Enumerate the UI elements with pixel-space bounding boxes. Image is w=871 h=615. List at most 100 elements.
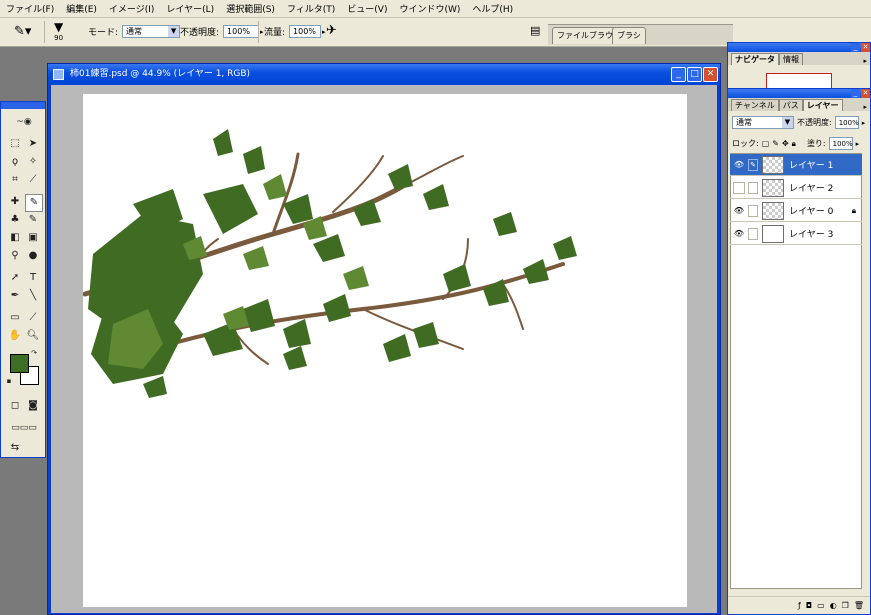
layer-opacity-input[interactable]: 100% bbox=[834, 116, 859, 129]
menu-view[interactable]: ビュー(V) bbox=[341, 2, 393, 15]
menu-edit[interactable]: 編集(E) bbox=[60, 2, 103, 15]
lasso-tool-icon[interactable]: ϙ bbox=[7, 154, 23, 170]
flow-input[interactable]: 100% bbox=[289, 25, 322, 38]
healing-brush-tool-icon[interactable]: ✚ bbox=[7, 194, 23, 210]
mode-select[interactable]: 通常 ▼ bbox=[122, 25, 181, 38]
panel-minimize-icon[interactable]: _ bbox=[851, 89, 860, 98]
link-toggle[interactable] bbox=[748, 181, 758, 194]
pen-tool-icon[interactable]: ✒ bbox=[7, 288, 23, 304]
menu-filter[interactable]: フィルタ(T) bbox=[281, 2, 341, 15]
lock-position-icon[interactable]: ✥ bbox=[782, 139, 789, 148]
canvas[interactable] bbox=[82, 94, 687, 607]
layer-style-icon[interactable]: ƒ bbox=[798, 601, 801, 610]
jump-to-imageready-icon[interactable]: ⇆ bbox=[7, 440, 23, 456]
standard-mode-icon[interactable]: ◻ bbox=[7, 398, 23, 414]
menu-bar: ファイル(F) 編集(E) イメージ(I) レイヤー(L) 選択範囲(S) フィ… bbox=[0, 0, 871, 18]
swap-colors-icon[interactable]: ↷ bbox=[29, 348, 39, 358]
airbrush-icon[interactable]: ✈ bbox=[326, 23, 337, 38]
zoom-tool-icon[interactable]: 🔍︎ bbox=[25, 328, 41, 344]
default-colors-icon[interactable]: ▪ bbox=[4, 376, 14, 386]
close-icon[interactable]: ✕ bbox=[861, 43, 870, 52]
history-brush-tool-icon[interactable]: ✎ bbox=[25, 212, 41, 228]
menu-help[interactable]: ヘルプ(H) bbox=[466, 2, 519, 15]
navigator-preview[interactable] bbox=[766, 73, 832, 89]
lock-transparency-icon[interactable]: ▢ bbox=[762, 139, 770, 148]
layer-thumbnail bbox=[762, 224, 784, 243]
foreground-color-swatch[interactable] bbox=[10, 354, 29, 373]
notes-tool-icon[interactable]: ▭ bbox=[7, 310, 23, 326]
menu-layer[interactable]: レイヤー(L) bbox=[160, 2, 220, 15]
lock-image-icon[interactable]: ✎ bbox=[772, 139, 779, 148]
brush-tool-icon-selected[interactable]: ✎ bbox=[25, 194, 43, 212]
adobe-logo-icon[interactable]: ~◉ bbox=[5, 114, 43, 130]
layer-opacity-arrow-icon[interactable]: ▸ bbox=[862, 119, 866, 127]
visibility-toggle-off[interactable] bbox=[733, 181, 745, 194]
tab-channels[interactable]: チャンネル bbox=[731, 99, 779, 111]
tab-paths[interactable]: パス bbox=[778, 99, 803, 111]
eraser-tool-icon[interactable]: ◧ bbox=[7, 230, 23, 246]
add-mask-icon[interactable]: ◘ bbox=[806, 601, 812, 610]
menu-select[interactable]: 選択範囲(S) bbox=[220, 2, 281, 15]
link-toggle[interactable] bbox=[748, 227, 758, 240]
brush-tool-icon[interactable]: ✎▾ bbox=[14, 24, 31, 39]
document-title-bar[interactable]: 柿01練習.psd @ 44.9% (レイヤー 1, RGB) _ □ ✕ bbox=[48, 64, 720, 85]
lock-all-icon[interactable]: 🔒︎ bbox=[792, 139, 796, 149]
flow-value: 100% bbox=[293, 27, 316, 36]
visibility-eye-icon[interactable]: 👁︎ bbox=[733, 205, 745, 217]
type-tool-icon[interactable]: T bbox=[25, 270, 41, 286]
close-icon[interactable]: ✕ bbox=[861, 89, 870, 98]
layer-opacity-value: 100% bbox=[838, 118, 859, 127]
menu-image[interactable]: イメージ(I) bbox=[103, 2, 161, 15]
adjustment-layer-icon[interactable]: ◐ bbox=[830, 601, 837, 610]
fill-input[interactable]: 100% bbox=[828, 137, 853, 150]
brush-preset-picker[interactable]: ▼ 90 bbox=[54, 20, 63, 42]
maximize-button[interactable]: □ bbox=[687, 67, 702, 82]
close-button[interactable]: ✕ bbox=[703, 67, 718, 82]
visibility-eye-icon[interactable]: 👁︎ bbox=[733, 228, 745, 240]
blur-tool-icon[interactable]: ⚲ bbox=[7, 248, 23, 264]
panel-menu-icon[interactable]: ▸ bbox=[863, 57, 867, 65]
dodge-tool-icon[interactable]: ● bbox=[25, 248, 41, 264]
menu-file[interactable]: ファイル(F) bbox=[0, 2, 60, 15]
tab-info[interactable]: 情報 bbox=[779, 53, 803, 65]
blend-mode-select[interactable]: 通常 ▼ bbox=[732, 116, 794, 129]
move-tool-icon[interactable]: ➤ bbox=[25, 136, 41, 152]
tab-layers[interactable]: レイヤー bbox=[802, 99, 843, 111]
magic-wand-tool-icon[interactable]: ✧ bbox=[25, 154, 41, 170]
eyedropper-tool-icon[interactable]: ⟋ bbox=[25, 310, 41, 326]
new-layer-icon[interactable]: ❐ bbox=[842, 601, 849, 610]
layer-row[interactable]: レイヤー 2 bbox=[730, 177, 862, 199]
layer-row[interactable]: 👁︎ レイヤー 0 🔒︎ bbox=[730, 200, 862, 222]
hand-tool-icon[interactable]: ✋ bbox=[7, 328, 23, 344]
layer-row[interactable]: 👁︎ ✎ レイヤー 1 bbox=[730, 154, 862, 176]
navigator-panel-header[interactable]: _ ✕ bbox=[728, 43, 870, 52]
layer-row[interactable]: 👁︎ レイヤー 3 bbox=[730, 223, 862, 245]
fill-arrow-icon[interactable]: ▸ bbox=[856, 140, 860, 148]
trash-icon[interactable]: 🗑︎ bbox=[854, 601, 864, 610]
link-toggle[interactable] bbox=[748, 204, 758, 217]
opacity-input[interactable]: 100% bbox=[223, 25, 260, 38]
document-area bbox=[51, 85, 717, 613]
layers-panel-header[interactable]: _ ✕ bbox=[728, 89, 870, 98]
panel-menu-icon[interactable]: ▸ bbox=[863, 103, 867, 111]
menu-window[interactable]: ウインドウ(W) bbox=[393, 2, 466, 15]
panel-minimize-icon[interactable]: _ bbox=[851, 43, 860, 52]
stamp-tool-icon[interactable]: ♣ bbox=[7, 212, 23, 228]
brush-link-icon[interactable]: ✎ bbox=[748, 158, 758, 171]
minimize-button[interactable]: _ bbox=[671, 67, 686, 82]
line-tool-icon[interactable]: ╲ bbox=[25, 288, 41, 304]
new-set-icon[interactable]: ▭ bbox=[817, 601, 825, 610]
marquee-tool-icon[interactable]: ⬚ bbox=[7, 136, 23, 152]
tab-brushes[interactable]: ブラシ bbox=[612, 27, 646, 44]
crop-tool-icon[interactable]: ⌗ bbox=[7, 172, 23, 188]
toolbox-header[interactable] bbox=[1, 102, 45, 109]
screen-mode-icons[interactable]: ▭▭▭ bbox=[5, 420, 43, 436]
tab-navigator[interactable]: ナビゲータ bbox=[731, 53, 779, 65]
slice-tool-icon[interactable]: ⟋ bbox=[25, 172, 41, 188]
gradient-tool-icon[interactable]: ▣ bbox=[25, 230, 41, 246]
visibility-eye-icon[interactable]: 👁︎ bbox=[733, 159, 745, 171]
quick-mask-mode-icon[interactable]: ◙ bbox=[25, 398, 41, 414]
palette-well-icon[interactable]: ▤ bbox=[530, 24, 540, 37]
branch-artwork bbox=[82, 129, 577, 398]
path-selection-tool-icon[interactable]: ➚ bbox=[7, 270, 23, 286]
